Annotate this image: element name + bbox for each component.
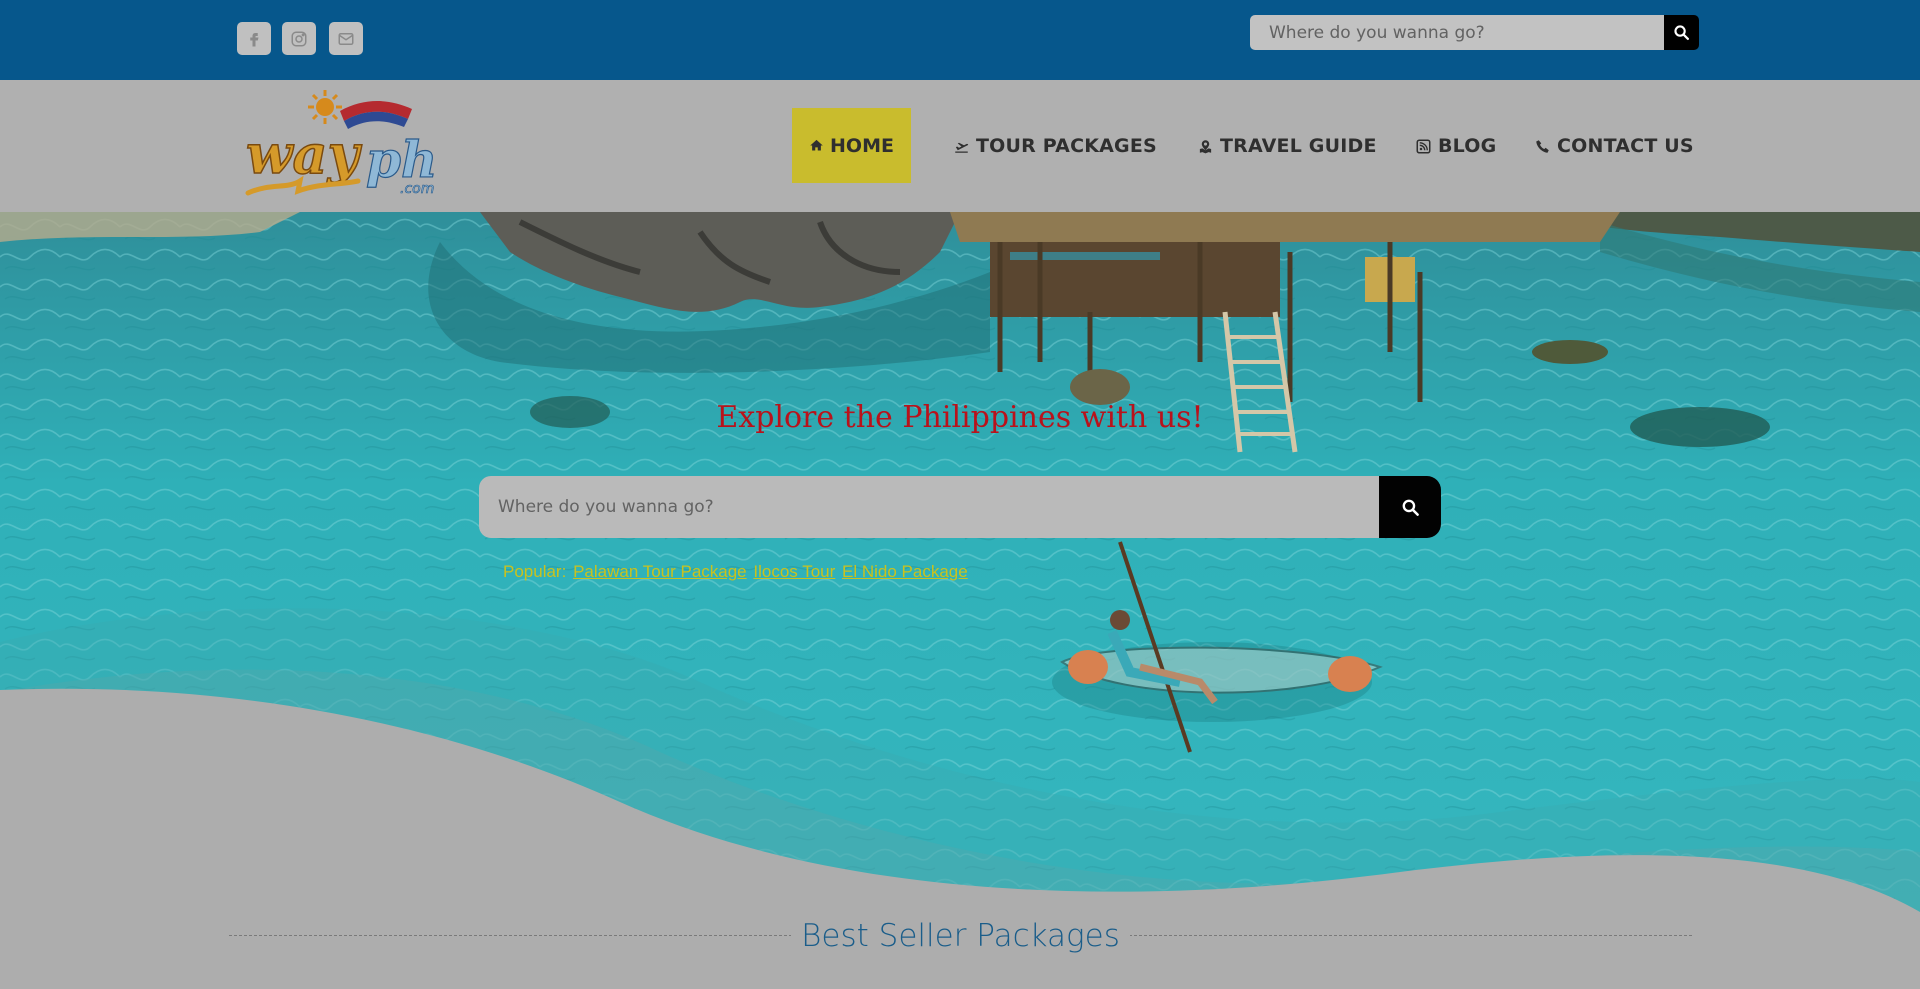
nav-contact-us-label: CONTACT US	[1557, 135, 1694, 157]
hero-search	[479, 476, 1441, 538]
popular-link-el-nido[interactable]: El Nido Package	[842, 562, 968, 581]
nav-home[interactable]: HOME	[792, 108, 911, 183]
hero-search-input[interactable]	[479, 476, 1381, 538]
rss-icon	[1416, 139, 1431, 153]
envelope-icon[interactable]	[329, 22, 363, 55]
section-title-text: Best Seller Packages	[791, 918, 1130, 954]
main-header: way ph .com HOME TOUR PACKAGES TRAVEL GU…	[0, 80, 1920, 212]
top-bar	[0, 0, 1920, 80]
home-icon	[810, 139, 823, 151]
map-marker-icon	[1199, 139, 1212, 153]
popular-label: Popular:	[503, 562, 567, 581]
top-search-button[interactable]	[1664, 15, 1699, 50]
nav-blog-label: BLOG	[1438, 135, 1497, 157]
facebook-icon[interactable]	[237, 22, 271, 55]
popular-searches: Popular: Palawan Tour Package Ilocos Tou…	[503, 562, 968, 582]
hero-search-button[interactable]	[1379, 476, 1441, 538]
nav-tour-packages-label: TOUR PACKAGES	[976, 135, 1157, 157]
hero-background-image	[0, 212, 1920, 989]
top-search	[1250, 15, 1699, 50]
nav-home-label: HOME	[830, 134, 894, 157]
instagram-icon[interactable]	[282, 22, 316, 55]
nav-blog[interactable]: BLOG	[1416, 80, 1496, 212]
site-logo[interactable]: way ph .com	[240, 85, 460, 205]
nav-tour-packages[interactable]: TOUR PACKAGES	[954, 80, 1157, 212]
hero-title: Explore the Philippines with us!	[716, 400, 1204, 435]
search-icon	[1402, 499, 1419, 516]
nav-travel-guide-label: TRAVEL GUIDE	[1220, 135, 1377, 157]
svg-text:way: way	[246, 122, 362, 186]
hero-banner: Explore the Philippines with us! Popular…	[0, 212, 1920, 989]
phone-icon	[1536, 139, 1549, 153]
search-icon	[1674, 25, 1690, 41]
popular-link-palawan[interactable]: Palawan Tour Package	[573, 562, 747, 581]
plane-icon	[955, 142, 969, 153]
section-title: Best Seller Packages	[229, 918, 1692, 954]
nav-contact-us[interactable]: CONTACT US	[1535, 80, 1694, 212]
best-seller-heading: Best Seller Packages	[229, 918, 1692, 960]
top-search-input[interactable]	[1250, 15, 1665, 50]
svg-text:.com: .com	[400, 181, 434, 197]
nav-travel-guide[interactable]: TRAVEL GUIDE	[1198, 80, 1377, 212]
popular-link-ilocos[interactable]: Ilocos Tour	[753, 562, 835, 581]
